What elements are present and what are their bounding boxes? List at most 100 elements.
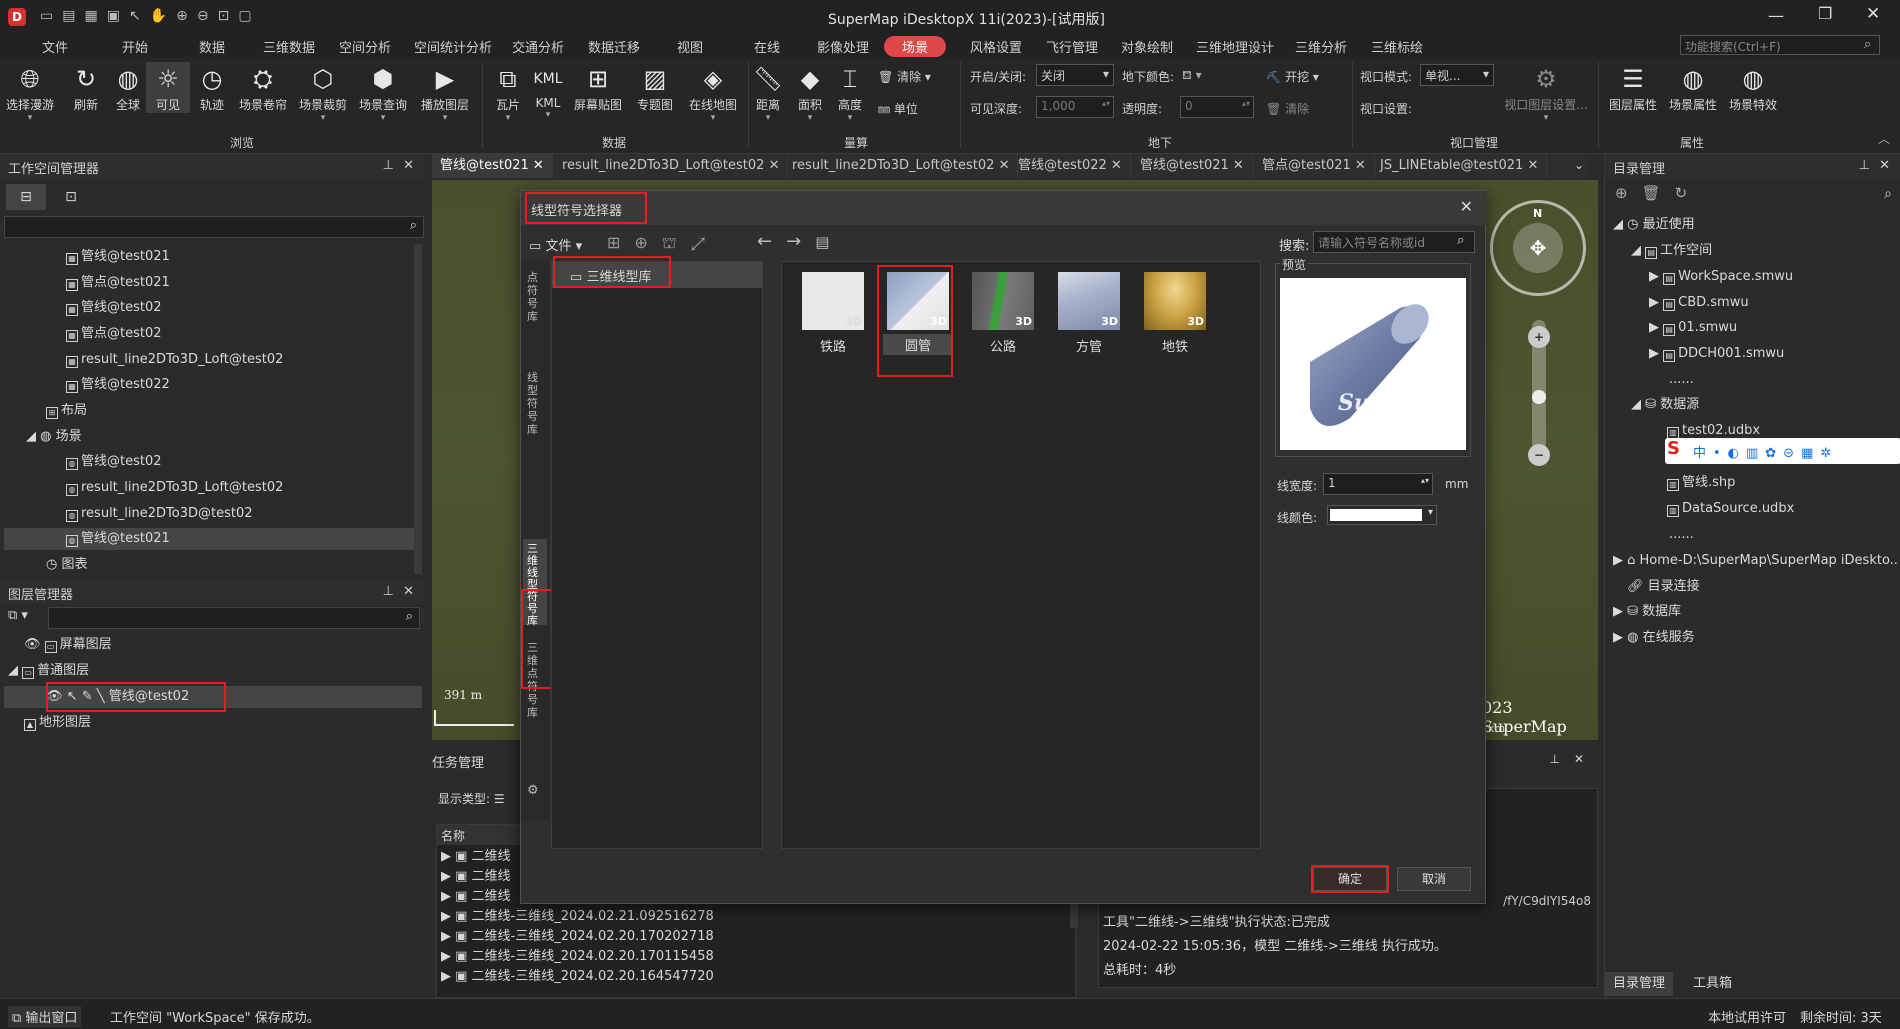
viewport-layer-settings-button[interactable]: ⚙ 视口图层设置... ▾ xyxy=(1500,62,1592,123)
underground-clear-button[interactable]: 🗑︎ 清除 xyxy=(1266,100,1309,117)
list-item[interactable]: ▦ result_line2DTo3D_Loft@test02 xyxy=(66,349,283,371)
catalog-item[interactable]: ▶ ▤ WorkSpace.smwu xyxy=(1649,266,1793,288)
refresh-button[interactable]: ↻ 刷新 xyxy=(62,62,110,113)
measure-unit-button[interactable]: ㎜ 单位 xyxy=(878,100,918,117)
scene-query-button[interactable]: ⬢ 场景查询 ▾ xyxy=(356,62,410,123)
list-item[interactable]: ◍ result_line2DTo3D@test02 xyxy=(66,503,253,525)
close-icon[interactable]: ✕ xyxy=(999,158,1010,173)
eye-icon[interactable]: 👁︎ xyxy=(24,637,41,652)
full-extent-icon[interactable]: ⊡ xyxy=(218,8,239,24)
pin-icon[interactable]: ⊥ xyxy=(1859,158,1870,173)
dig-button[interactable]: ⛏ 开挖 ▾ xyxy=(1266,68,1319,85)
tab-line-library[interactable]: 线型符号库 xyxy=(527,371,543,436)
visible-button[interactable]: ☼ 可见 xyxy=(146,62,190,113)
tab-doc-5[interactable]: 管线@test021 ✕ xyxy=(1132,154,1253,178)
table-row[interactable]: ▶ ▣ 二维线-三维线_2024.02.20.170115458 xyxy=(441,947,714,967)
play-layer-button[interactable]: ▶ 播放图层 ▾ xyxy=(418,62,472,123)
resource-view-tab[interactable]: ⊡ xyxy=(56,184,86,210)
catalog-online-service[interactable]: ▶ ◍ 在线服务 xyxy=(1613,627,1695,649)
table-row[interactable]: ▶ ▣ 二维线-三维线_2024.02.21.092516278 xyxy=(441,907,714,927)
list-item[interactable]: ◍ result_line2DTo3D_Loft@test02 xyxy=(66,477,283,499)
function-search-input[interactable]: 功能搜索(Ctrl+F) xyxy=(1680,35,1880,55)
search-icon[interactable]: ⌕ xyxy=(1457,233,1464,248)
menu-data-migration[interactable]: 数据迁移 xyxy=(588,37,640,56)
close-doc-icon[interactable]: ▣ xyxy=(107,8,129,24)
zoom-in-icon[interactable]: + xyxy=(1528,326,1550,348)
visible-depth-input[interactable]: 1,000 ▴▾ xyxy=(1036,96,1114,118)
symbol-railway[interactable]: 3D 铁路 xyxy=(802,272,864,355)
forward-arrow-icon[interactable]: → xyxy=(786,231,815,252)
catalog-home[interactable]: ▶ ⌂ Home-D:\SuperMap\SuperMap iDeskto... xyxy=(1613,550,1899,572)
new-library-icon[interactable]: ⊞ xyxy=(607,233,634,252)
export-icon[interactable]: ⛫ xyxy=(662,233,691,252)
menu-traffic[interactable]: 交通分析 xyxy=(512,37,564,56)
symbol-search-input[interactable]: 请输入符号名称或id xyxy=(1313,231,1475,253)
tab-point-library[interactable]: 点符号库 xyxy=(527,271,543,323)
search-icon[interactable]: ⌕ xyxy=(1864,37,1871,52)
dialog-close-button[interactable]: ✕ xyxy=(1460,197,1473,216)
layer-item-terrain[interactable]: ▲ 地形图层 xyxy=(24,712,91,734)
menu-flight[interactable]: 飞行管理 xyxy=(1046,37,1098,56)
minimize-button[interactable]: — xyxy=(1768,6,1784,25)
thematic-map-button[interactable]: ▨ 专题图 xyxy=(630,62,680,113)
output-window-button[interactable]: ⧉ 输出窗口 xyxy=(8,1006,82,1027)
delete-icon[interactable]: 🗑︎ xyxy=(1642,184,1675,202)
tab-doc-4[interactable]: 管线@test022 ✕ xyxy=(1010,154,1131,178)
distance-button[interactable]: 📏︎ 距离 ▾ xyxy=(744,62,792,123)
layer-options-dropdown[interactable]: ⧉ ▾ xyxy=(8,608,28,623)
menu-start[interactable]: 开始 xyxy=(122,37,148,56)
menu-3d-design[interactable]: 三维地理设计 xyxy=(1196,37,1274,56)
close-icon[interactable]: ✕ xyxy=(1527,158,1538,173)
close-icon[interactable]: ✕ xyxy=(769,158,780,173)
layer-properties-button[interactable]: ☰ 图层属性 xyxy=(1604,62,1662,113)
list-item[interactable]: ▦ 管线@test021 xyxy=(66,246,170,268)
catalog-item[interactable]: ▥ DataSource.udbx xyxy=(1667,498,1794,520)
save-icon[interactable]: ▦ xyxy=(84,8,106,24)
refresh-icon[interactable]: ↻ xyxy=(1675,184,1702,202)
catalog-more[interactable]: ...... xyxy=(1669,369,1694,391)
menu-3d-analysis[interactable]: 三维分析 xyxy=(1295,37,1347,56)
layer-item-normal[interactable]: ◢ ▭ 普通图层 xyxy=(8,660,89,682)
list-item[interactable]: ⊞ 布局 xyxy=(46,400,87,422)
catalog-item[interactable]: ▶ ▤ 01.smwu xyxy=(1649,317,1737,339)
list-item[interactable]: ▦ 管点@test02 xyxy=(66,323,162,345)
menu-3d-plot[interactable]: 三维标绘 xyxy=(1371,37,1423,56)
catalog-item[interactable]: ▥ 管线.shp xyxy=(1667,472,1735,494)
pin-icon[interactable]: ⊥ xyxy=(1550,752,1560,766)
catalog-item[interactable]: ▶ ▤ DDCH001.smwu xyxy=(1649,343,1784,365)
list-item[interactable]: ◍ 管线@test02 xyxy=(66,451,162,473)
pan-arrows-icon[interactable]: ✥ xyxy=(1513,223,1563,273)
zoom-slider-thumb[interactable] xyxy=(1532,390,1546,404)
ground-color-picker[interactable]: ⛾ ▾ xyxy=(1182,68,1202,84)
close-icon[interactable]: ✕ xyxy=(403,584,414,599)
list-item[interactable]: ▦ 管线@test022 xyxy=(66,374,170,396)
height-button[interactable]: ⌶ 高度 ▾ xyxy=(826,62,874,123)
screen-overlay-button[interactable]: ⊞ 屏幕贴图 xyxy=(570,62,626,113)
layer-item-screen[interactable]: 👁︎ ▭ 屏幕图层 xyxy=(24,634,112,656)
compass[interactable]: N ✥ xyxy=(1490,200,1586,296)
onoff-select[interactable]: 关闭 ▾ xyxy=(1036,64,1114,86)
track-button[interactable]: ◷ 轨迹 xyxy=(188,62,236,113)
line-color-picker[interactable]: ▾ xyxy=(1327,505,1437,525)
close-window-button[interactable]: ✕ xyxy=(1866,4,1880,24)
list-item[interactable]: ◢ ◍ 场景 xyxy=(26,426,82,448)
list-item[interactable]: ▦ 管线@test02 xyxy=(66,297,162,319)
workspace-search-input[interactable]: ⌕ xyxy=(4,216,424,238)
folder-icon[interactable]: ▢ xyxy=(238,8,260,24)
viewport-mode-select[interactable]: 单视... ▾ xyxy=(1420,64,1494,86)
kml-button[interactable]: KML KML ▾ xyxy=(524,62,572,120)
search-icon[interactable]: ⌕ xyxy=(410,218,417,233)
pin-icon[interactable]: ⊥ xyxy=(383,158,394,173)
menu-style[interactable]: 风格设置 xyxy=(970,37,1022,56)
catalog-workspace[interactable]: ◢ ▤ 工作空间 xyxy=(1631,240,1712,262)
menu-drawing[interactable]: 对象绘制 xyxy=(1121,37,1173,56)
search-icon[interactable]: ⌕ xyxy=(1884,186,1892,202)
zoom-in-icon[interactable]: ⊕ xyxy=(176,8,197,24)
tabs-overflow-icon[interactable]: ⌄ xyxy=(1574,158,1584,172)
workspace-view-tab[interactable]: ⊟ xyxy=(6,184,46,210)
back-arrow-icon[interactable]: ← xyxy=(757,231,786,252)
collapse-ribbon-icon[interactable]: ︿ xyxy=(1878,130,1890,147)
menu-spatial-analysis[interactable]: 空间分析 xyxy=(339,37,391,56)
list-item[interactable]: ▦ 管点@test021 xyxy=(66,272,170,294)
menu-data[interactable]: 数据 xyxy=(199,37,225,56)
